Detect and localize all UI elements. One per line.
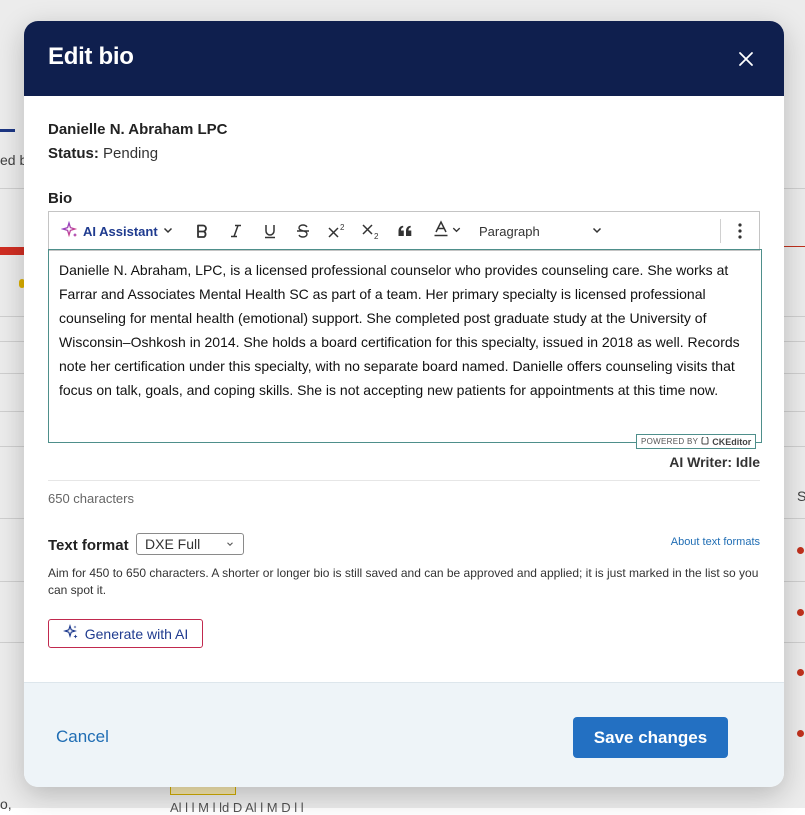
dialog-title: Edit bio	[48, 43, 134, 70]
sparkle-icon	[62, 624, 79, 643]
blockquote-icon[interactable]	[394, 212, 416, 250]
generate-with-ai-label: Generate with AI	[84, 625, 189, 642]
provider-name: Danielle N. Abraham LPC	[48, 121, 228, 138]
superscript-icon[interactable]: 2	[325, 212, 349, 250]
status-value: Pending	[103, 145, 159, 162]
bio-label: Bio	[48, 190, 73, 207]
ai-writer-status: AI Writer: Idle	[669, 454, 760, 470]
svg-text:2: 2	[374, 232, 379, 240]
dialog-header: Edit bio	[24, 21, 784, 96]
chevron-down-icon	[591, 224, 603, 239]
chevron-down-icon	[162, 224, 174, 239]
close-icon[interactable]	[736, 49, 756, 69]
status-line: Status: Pending	[48, 145, 158, 162]
character-count: 650 characters	[48, 491, 134, 506]
ckeditor-powered-badge[interactable]: POWERED BY CKEditor	[636, 434, 757, 449]
strikethrough-icon[interactable]	[292, 212, 314, 250]
generate-with-ai-button[interactable]: Generate with AI	[48, 619, 203, 648]
text-format-value: DXE Full	[145, 536, 201, 552]
powered-by-text: POWERED BY	[641, 437, 699, 446]
editor-content-area[interactable]: Danielle N. Abraham, LPC, is a licensed …	[48, 249, 762, 443]
editor-toolbar: AI Assistant 2 2 Paragraph	[48, 211, 760, 251]
chevron-down-icon	[451, 222, 462, 240]
text-format-label: Text format	[48, 537, 129, 554]
ai-assistant-dropdown[interactable]: AI Assistant	[60, 212, 174, 250]
sparkle-icon	[60, 220, 79, 242]
text-format-select[interactable]: DXE Full	[136, 533, 244, 555]
bio-length-help-text: Aim for 450 to 650 characters. A shorter…	[48, 566, 759, 597]
heading-select-value: Paragraph	[479, 223, 540, 239]
editor-bottom-divider	[48, 480, 760, 481]
font-color-icon	[433, 219, 449, 243]
bold-icon[interactable]	[191, 212, 213, 250]
bio-rich-text-editor: AI Assistant 2 2 Paragraph Danielle N. A…	[48, 211, 762, 482]
status-label: Status:	[48, 145, 99, 162]
toolbar-separator	[720, 219, 721, 243]
save-changes-button[interactable]: Save changes	[573, 717, 728, 758]
chevron-down-icon	[225, 536, 235, 552]
dialog-footer: Cancel Save changes	[24, 682, 784, 787]
subscript-icon[interactable]: 2	[359, 212, 383, 250]
underline-icon[interactable]	[259, 212, 281, 250]
about-text-formats-link[interactable]: About text formats	[671, 536, 760, 548]
cancel-button[interactable]: Cancel	[56, 727, 109, 747]
ckeditor-logo-icon	[701, 435, 709, 447]
more-options-icon[interactable]	[729, 212, 751, 250]
edit-bio-dialog: Edit bio Danielle N. Abraham LPC Status:…	[24, 21, 784, 787]
font-color-dropdown[interactable]	[427, 212, 467, 250]
ai-assistant-label: AI Assistant	[83, 223, 158, 239]
ckeditor-brand-text: CKEditor	[712, 436, 752, 447]
italic-icon[interactable]	[225, 212, 247, 250]
heading-select[interactable]: Paragraph	[479, 212, 603, 250]
svg-text:2: 2	[340, 223, 345, 232]
